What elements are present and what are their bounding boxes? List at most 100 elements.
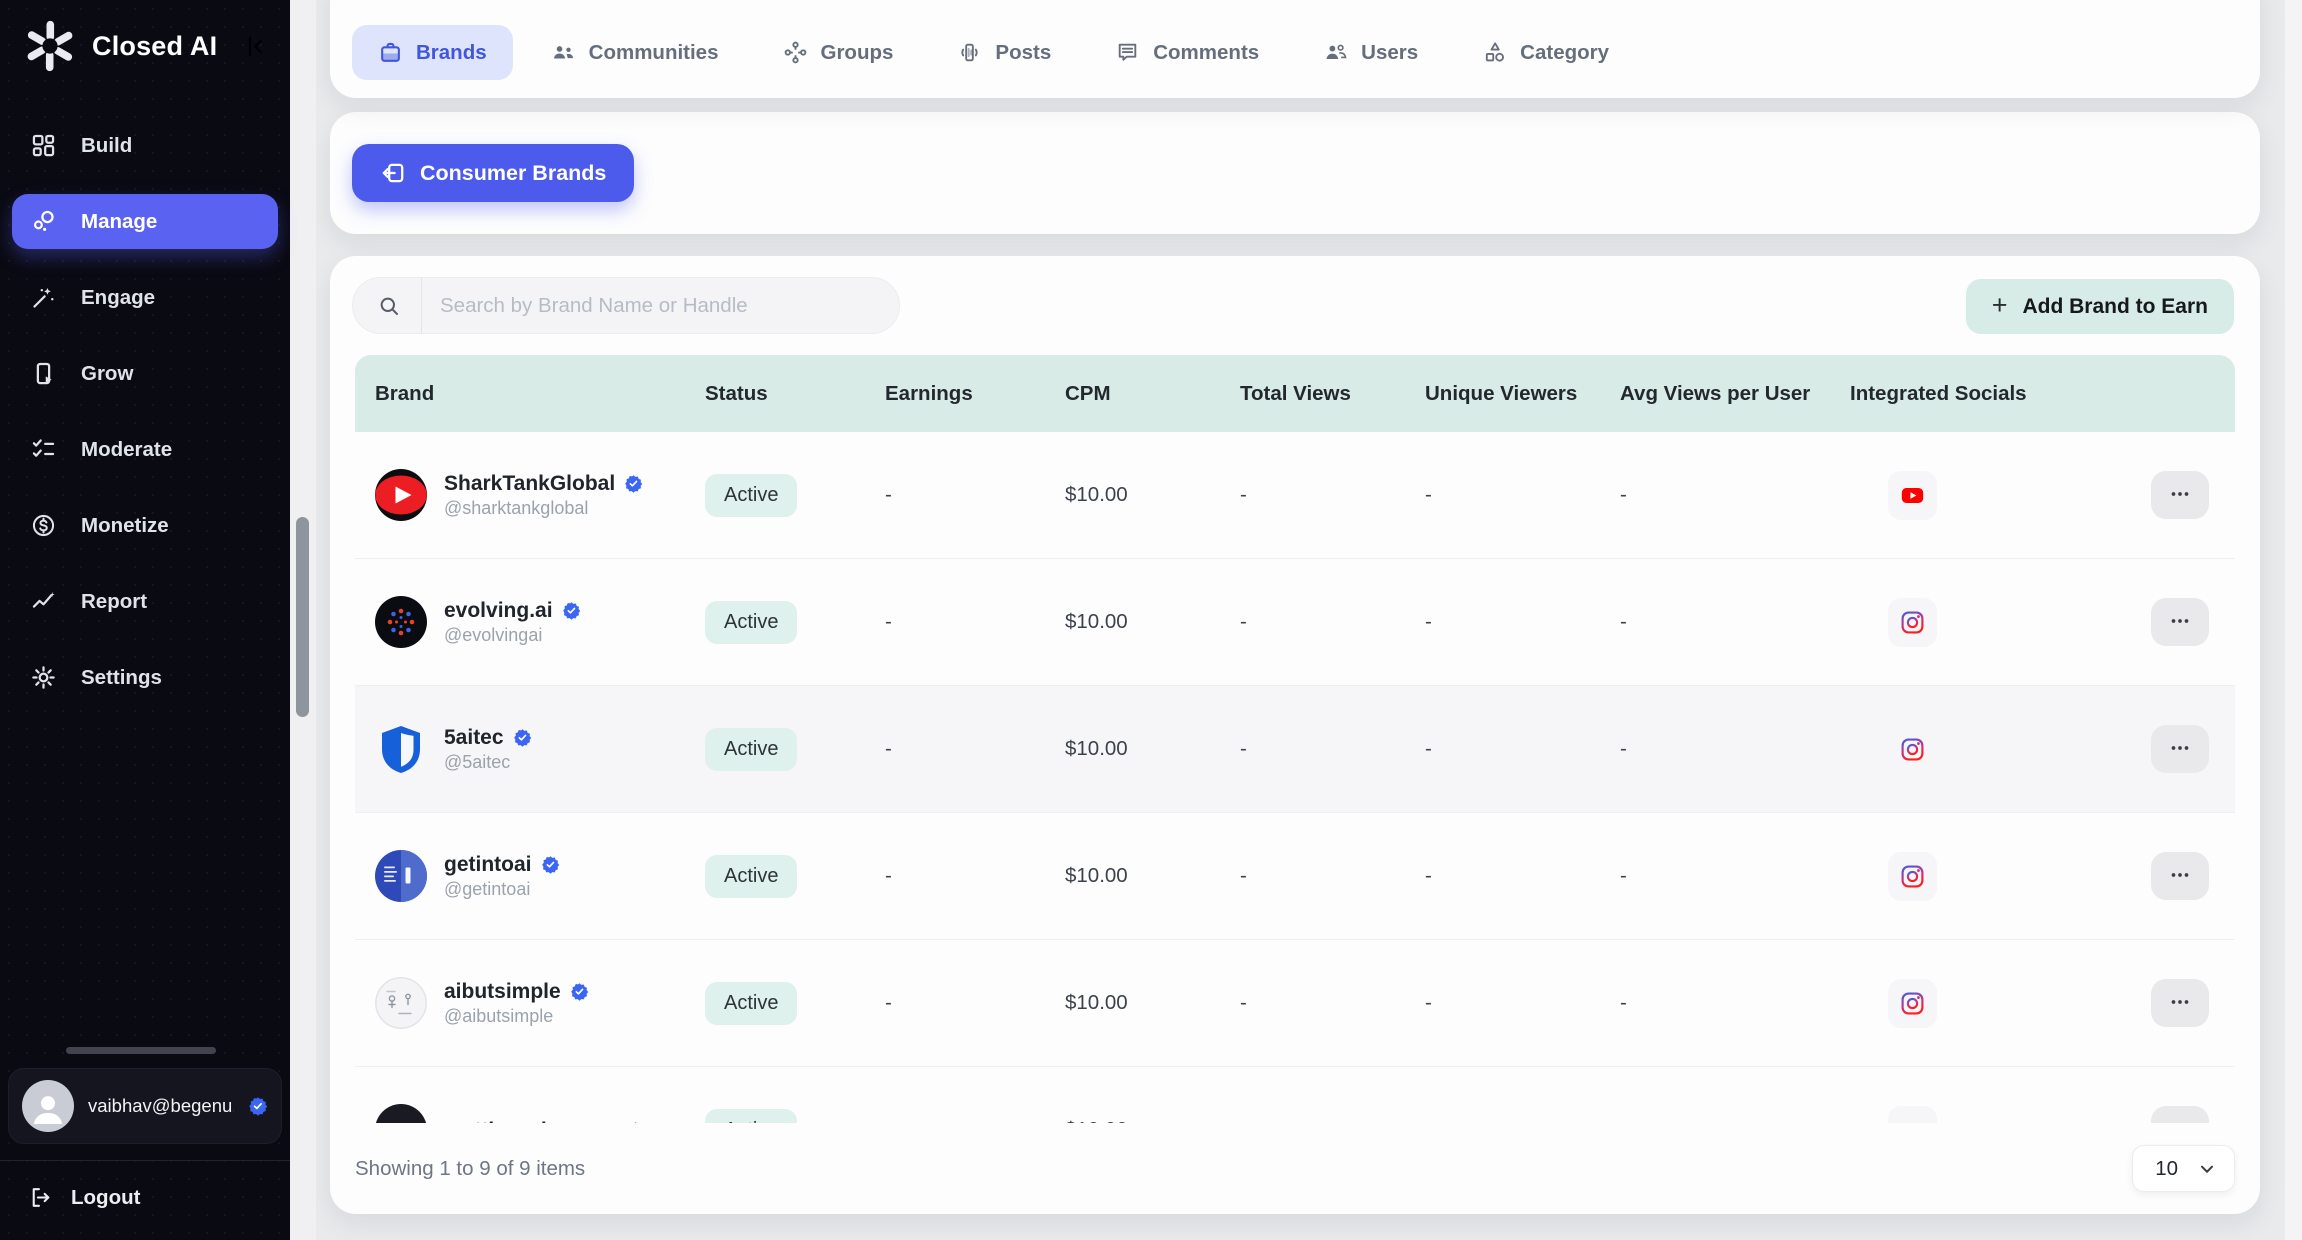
brand-handle: @aibutsimple <box>444 1007 589 1025</box>
sidebar-header: Closed AI <box>0 0 290 88</box>
youtube-icon[interactable] <box>1888 471 1937 520</box>
brand-cell: 5aitec @5aitec <box>375 723 705 775</box>
sidebar-item-report[interactable]: Report <box>12 574 278 629</box>
brand-handle: @sharktankglobal <box>444 499 643 517</box>
earnings-cell: - <box>885 737 1065 761</box>
column-header-unique-viewers: Unique Viewers <box>1425 382 1620 406</box>
cpm-cell: $10.00 <box>1065 864 1240 888</box>
comment-icon <box>1115 40 1140 65</box>
content-scrollbar-thumb[interactable] <box>296 517 309 717</box>
tab-groups[interactable]: Groups <box>757 25 920 80</box>
consumer-brands-button[interactable]: Consumer Brands <box>352 144 634 202</box>
brand-row[interactable]: getintoai @getintoai Active - $10.00 - -… <box>355 813 2235 940</box>
brand-row[interactable]: 5aitec @5aitec Active - $10.00 - - - <box>355 686 2235 813</box>
cpm-cell: $10.00 <box>1065 737 1240 761</box>
dashboard-grid-icon <box>30 132 57 159</box>
search-icon <box>377 294 401 318</box>
ellipsis-icon <box>2167 989 2193 1018</box>
verified-badge-icon <box>624 474 643 493</box>
row-actions-button[interactable] <box>2151 598 2209 646</box>
user-email: vaibhav@begenu... <box>88 1095 234 1117</box>
brand-type-bar: Consumer Brands <box>330 112 2260 234</box>
youtube-play-avatar <box>375 469 427 521</box>
table-header: BrandStatusEarningsCPMTotal ViewsUnique … <box>355 355 2235 432</box>
unique-viewers-cell: - <box>1425 610 1620 634</box>
light-sketch-avatar <box>375 977 427 1029</box>
brand-cell: evolving.ai @evolvingai <box>375 596 705 648</box>
instagram-icon[interactable] <box>1888 725 1937 774</box>
bubbles-icon <box>30 208 57 235</box>
earnings-cell: - <box>885 483 1065 507</box>
users-icon <box>1323 40 1348 65</box>
brand-row[interactable]: matthew_berman Active $10.00 <box>355 1067 2235 1123</box>
tab-category[interactable]: Category <box>1456 25 1635 80</box>
status-badge: Active <box>705 474 797 517</box>
verified-badge-icon <box>248 1096 268 1116</box>
tab-users[interactable]: Users <box>1297 25 1444 80</box>
page-scrollbar-track <box>2285 0 2302 1240</box>
row-actions-button[interactable] <box>2151 1106 2209 1123</box>
page-size-value: 10 <box>2155 1157 2178 1181</box>
tab-brands[interactable]: Brands <box>352 25 513 80</box>
results-summary: Showing 1 to 9 of 9 items <box>355 1157 585 1181</box>
blue-text-avatar <box>375 850 427 902</box>
column-header-avg-views-per-user: Avg Views per User <box>1620 382 1850 406</box>
user-card[interactable]: vaibhav@begenu... <box>8 1068 282 1144</box>
status-badge: Active <box>705 1109 797 1124</box>
page-size-select[interactable]: 10 <box>2132 1145 2235 1192</box>
total-views-cell: - <box>1240 483 1425 507</box>
ellipsis-icon <box>2167 481 2193 510</box>
column-header-earnings: Earnings <box>885 382 1065 406</box>
dark-photo-avatar <box>375 1104 427 1123</box>
sidebar-item-build[interactable]: Build <box>12 118 278 173</box>
sidebar-item-engage[interactable]: Engage <box>12 270 278 325</box>
unique-viewers-cell: - <box>1425 864 1620 888</box>
trend-icon <box>30 588 57 615</box>
unique-viewers-cell: - <box>1425 483 1620 507</box>
row-actions-button[interactable] <box>2151 979 2209 1027</box>
cpm-cell: $10.00 <box>1065 610 1240 634</box>
search-bar[interactable] <box>352 277 900 334</box>
briefcase-icon <box>378 40 403 65</box>
sidebar-bottom: vaibhav@begenu... Logout <box>0 1047 290 1240</box>
status-badge: Active <box>705 728 797 771</box>
sidebar-item-moderate[interactable]: Moderate <box>12 422 278 477</box>
verified-badge-icon <box>513 728 532 747</box>
sidebar-item-monetize[interactable]: Monetize <box>12 498 278 553</box>
earnings-cell: - <box>885 864 1065 888</box>
sidebar-item-grow[interactable]: Grow <box>12 346 278 401</box>
sidebar-item-settings[interactable]: Settings <box>12 650 278 705</box>
consumer-brands-label: Consumer Brands <box>420 161 606 186</box>
ellipsis-icon <box>2167 735 2193 764</box>
brand-row[interactable]: evolving.ai @evolvingai Active - $10.00 … <box>355 559 2235 686</box>
row-actions-button[interactable] <box>2151 471 2209 519</box>
brand-row[interactable]: aibutsimple @aibutsimple Active - $10.00… <box>355 940 2235 1067</box>
app-title: Closed AI <box>92 31 227 62</box>
instagram-icon[interactable] <box>1888 979 1937 1028</box>
brands-table-card: + Add Brand to Earn BrandStatusEarningsC… <box>330 256 2260 1214</box>
column-header-brand: Brand <box>375 382 705 406</box>
collapse-sidebar-icon[interactable] <box>241 33 268 60</box>
cpm-cell: $10.00 <box>1065 483 1240 507</box>
status-badge: Active <box>705 601 797 644</box>
brand-row[interactable]: SharkTankGlobal @sharktankglobal Active … <box>355 432 2235 559</box>
search-input[interactable] <box>422 294 878 318</box>
tab-communities[interactable]: Communities <box>525 25 745 80</box>
row-actions-button[interactable] <box>2151 725 2209 773</box>
card-arrow-icon <box>380 160 406 186</box>
instagram-icon[interactable] <box>1888 852 1937 901</box>
logout-button[interactable]: Logout <box>0 1161 290 1240</box>
status-badge: Active <box>705 982 797 1025</box>
avg-views-cell: - <box>1620 991 1850 1015</box>
instagram-icon[interactable] <box>1888 598 1937 647</box>
add-brand-button[interactable]: + Add Brand to Earn <box>1966 279 2234 334</box>
youtube-icon[interactable] <box>1888 1106 1937 1124</box>
dark-dots-avatar <box>375 596 427 648</box>
sidebar-item-manage[interactable]: Manage <box>12 194 278 249</box>
tab-comments[interactable]: Comments <box>1089 25 1285 80</box>
row-actions-button[interactable] <box>2151 852 2209 900</box>
brand-name: 5aitec <box>444 727 504 748</box>
tab-posts[interactable]: Posts <box>931 25 1077 80</box>
avg-views-cell: - <box>1620 483 1850 507</box>
plus-icon: + <box>1992 290 2008 321</box>
